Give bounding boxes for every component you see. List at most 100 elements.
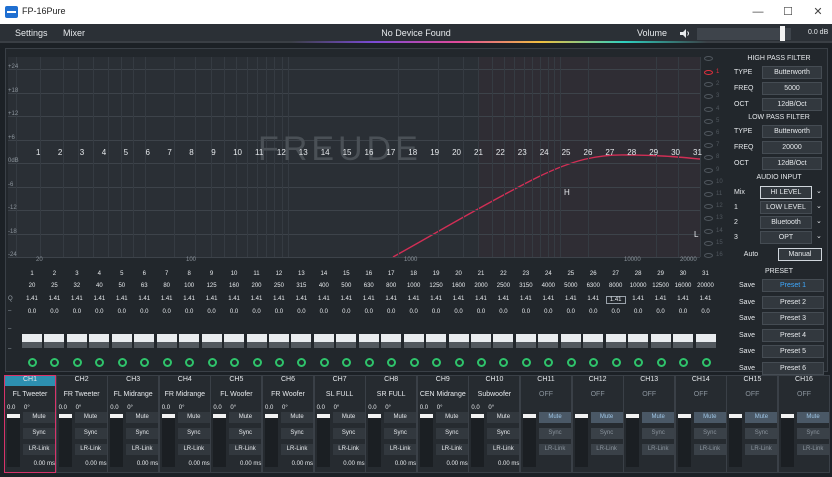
channel-delay[interactable]: 0.00 ms [126,461,158,467]
filter-point-16[interactable]: 16 [365,148,374,157]
channel-gain-value[interactable]: 0.0 [420,405,428,411]
channel-label[interactable]: CH8 [366,376,416,386]
lr-link-button[interactable]: LR-Link [539,444,571,455]
channel-strip-15[interactable]: CH15 OFF Mute Sync LR-Link [726,375,779,473]
mute-button[interactable]: Mute [642,412,675,423]
mute-button[interactable]: Mute [745,412,778,423]
band-visibility-7-icon[interactable]: 7 [704,141,724,151]
channel-delay[interactable]: 0.00 ms [281,461,313,467]
band-visibility-2-icon[interactable]: 2 [704,80,724,90]
eq-band-q[interactable]: 1.41 [561,296,581,302]
lr-link-button[interactable]: LR-Link [229,444,262,455]
filter-point-29[interactable]: 29 [649,148,658,157]
eq-band-gain[interactable]: 0.0 [89,309,109,315]
eq-band-gain-slider[interactable] [695,334,716,348]
channel-fader-thumb[interactable] [471,414,485,418]
channel-phase-value[interactable]: 0° [127,405,133,411]
channel-phase-value[interactable]: 0° [385,405,391,411]
channel-gain-value[interactable]: 0.0 [162,405,170,411]
eq-band-q[interactable]: 1.41 [404,296,424,302]
menu-settings[interactable]: Settings [15,28,48,38]
channel-strip-5[interactable]: CH5 FL Woofer 0.0 0° Mute Sync LR-Link 0.00 ms [210,375,263,473]
lpf-marker[interactable]: L [694,230,698,239]
eq-band-q[interactable]: 1.41 [291,296,311,302]
audio-input-select[interactable]: Bluetooth [760,216,812,229]
eq-band-gain[interactable]: 0.0 [224,309,244,315]
eq-band-gain-slider[interactable] [313,334,334,348]
eq-band-frequency[interactable]: 20000 [696,283,716,289]
eq-band-gain-slider[interactable] [493,334,514,348]
channel-fader-thumb[interactable] [729,414,743,418]
lpf-oct-field[interactable]: 12dB/Oct [762,157,822,170]
eq-band-q[interactable]: 1.41 [696,296,716,302]
eq-band-q[interactable]: 1.41 [224,296,244,302]
eq-band-q[interactable]: 1.41 [628,296,648,302]
eq-band-q[interactable]: 1.41 [67,296,87,302]
eq-band-q[interactable]: 1.41 [359,296,379,302]
eq-band-gain[interactable]: 0.0 [359,309,379,315]
mute-button[interactable]: Mute [74,412,107,423]
eq-band-gain-slider[interactable] [515,334,536,348]
channel-phase-value[interactable]: 0° [488,405,494,411]
channel-name[interactable]: Subwoofer [469,391,519,398]
mute-button[interactable]: Mute [693,412,726,423]
filter-point-17[interactable]: 17 [386,148,395,157]
channel-delay[interactable]: 0.00 ms [487,461,519,467]
hpf-oct-field[interactable]: 12dB/Oct [762,98,822,111]
channel-phase-value[interactable]: 0° [76,405,82,411]
channel-fader[interactable] [677,414,691,467]
sync-button[interactable]: Sync [693,428,726,439]
channel-fader-thumb[interactable] [781,414,794,418]
eq-band-frequency[interactable]: 2000 [471,283,491,289]
eq-band-gain[interactable]: 0.0 [651,309,671,315]
channel-fader-thumb[interactable] [161,414,175,418]
eq-band-q[interactable]: 1.41 [202,296,222,302]
channel-fader[interactable] [781,414,794,467]
eq-band-gain-slider[interactable] [111,334,132,348]
channel-fader[interactable] [7,414,20,467]
channel-strip-10[interactable]: CH10 Subwoofer 0.0 0° Mute Sync LR-Link 0.00 ms [468,375,521,473]
mute-button[interactable]: Mute [435,412,468,423]
channel-delay[interactable]: 0.00 ms [229,461,261,467]
eq-band-gain-slider[interactable] [268,334,289,348]
sync-button[interactable]: Sync [23,428,55,439]
lr-link-button[interactable]: LR-Link [126,444,159,455]
audio-input-select[interactable]: LOW LEVEL [760,201,812,214]
eq-band-q[interactable]: 1.41 [269,296,289,302]
sync-button[interactable]: Sync [74,428,107,439]
eq-band-enable-icon[interactable] [207,358,217,367]
eq-band-frequency[interactable]: 4000 [538,283,558,289]
sync-button[interactable]: Sync [332,428,365,439]
close-button[interactable]: ✕ [806,3,830,21]
eq-band-gain[interactable]: 0.0 [516,309,536,315]
channel-fader[interactable] [419,414,433,467]
channel-name[interactable]: FL Tweeter [5,391,55,398]
menu-mixer[interactable]: Mixer [63,28,85,38]
channel-label[interactable]: CH6 [263,376,313,386]
eq-band-q[interactable]: 1.41 [44,296,64,302]
eq-band-gain-slider[interactable] [179,334,200,348]
minimize-button[interactable]: — [746,3,770,21]
preset-save-button[interactable]: Save [734,332,760,339]
lr-link-button[interactable]: LR-Link [590,444,623,455]
sync-button[interactable]: Sync [797,428,829,439]
filter-point-14[interactable]: 14 [321,148,330,157]
eq-band-gain[interactable]: 0.0 [493,309,513,315]
eq-band-gain[interactable]: 0.0 [561,309,581,315]
lpf-type-field[interactable]: Butterworth [762,125,822,138]
filter-point-28[interactable]: 28 [627,148,636,157]
volume-slider[interactable] [697,28,791,40]
eq-band-q[interactable]: 1.41 [179,296,199,302]
mute-button[interactable]: Mute [487,412,520,423]
channel-phase-value[interactable]: 0° [282,405,288,411]
eq-band-gain[interactable]: 0.0 [44,309,64,315]
filter-point-9[interactable]: 9 [211,148,215,157]
eq-band-gain-slider[interactable] [224,334,245,348]
channel-fader[interactable] [58,414,72,467]
sync-button[interactable]: Sync [229,428,262,439]
channel-fader[interactable] [161,414,175,467]
sync-button[interactable]: Sync [435,428,468,439]
eq-band-enable-icon[interactable] [679,358,689,367]
eq-band-frequency[interactable]: 5000 [561,283,581,289]
lpf-freq-field[interactable]: 20000 [762,141,822,154]
